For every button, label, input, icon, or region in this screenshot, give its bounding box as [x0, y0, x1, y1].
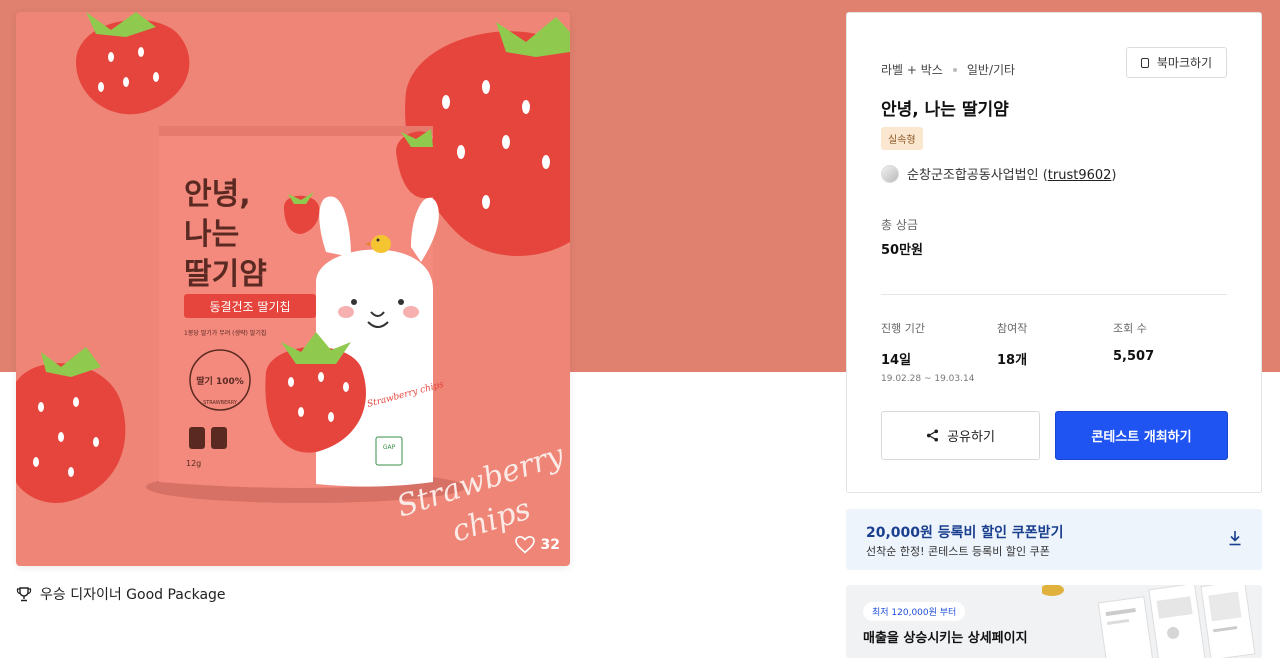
bookmark-icon — [1140, 57, 1149, 68]
trophy-icon — [16, 587, 32, 602]
ad-price-pill: 최저 120,000원 부터 — [863, 602, 966, 621]
stat-label: 조회 수 — [1113, 322, 1147, 335]
award-text: 우승 디자이너 Good Package — [40, 587, 226, 603]
contest-title: 안녕, 나는 딸기얌 — [881, 100, 1009, 120]
breadcrumb-subcategory[interactable]: 일반/기타 — [967, 61, 1015, 78]
package-title-line1: 안녕, — [184, 177, 251, 212]
stat-views: 조회 수 5,507 — [1113, 320, 1154, 364]
package-illustration: 안녕, 나는 딸기얌 동결건조 딸기칩 1봉당 딸기가 무려 (생략) 딸기칩 … — [16, 12, 570, 550]
coupon-title: 20,000원 등록비 할인 쿠폰받기 — [866, 525, 1064, 541]
stat-value: 5,507 — [1113, 349, 1155, 364]
ad-banner[interactable]: 최저 120,000원 부터 매출을 상승시키는 상세페이지 — [846, 585, 1262, 658]
bookmark-label: 북마크하기 — [1156, 56, 1213, 70]
stat-value: 18개 — [997, 353, 1028, 368]
ad-artwork — [1042, 585, 1256, 658]
host-avatar — [881, 164, 899, 183]
package-subtitle: 동결건조 딸기칩 — [209, 300, 290, 314]
bg-strawberry-top-left-icon — [76, 12, 190, 115]
prize-value: 50만원 — [881, 243, 924, 258]
ad-title: 매출을 상승시키는 상세페이지 — [863, 631, 1028, 646]
breadcrumb: 라벨 + 박스 일반/기타 — [881, 61, 1015, 78]
package-seal-text: 딸기 100% — [196, 375, 244, 387]
host-row: 순창군조합공동사업법인 (trust9602) — [881, 164, 1116, 183]
host-name: 순창군조합공동사업법인 ( — [907, 168, 1048, 183]
stat-label: 진행 기간 — [881, 322, 925, 335]
prize-label: 총 상금 — [881, 218, 918, 232]
coupon-banner[interactable]: 20,000원 등록비 할인 쿠폰받기 선착순 한정! 콘테스트 등록비 할인 … — [846, 509, 1262, 570]
stat-date-range: 19.02.28 ~ 19.03.14 — [881, 374, 975, 384]
contest-info-card: 라벨 + 박스 일반/기타 북마크하기 안녕, 나는 딸기얌 실속형 순창군조합… — [846, 12, 1262, 493]
share-button[interactable]: 공유하기 — [881, 411, 1040, 460]
package-title-line2: 나는 — [184, 217, 239, 252]
breadcrumb-category[interactable]: 라벨 + 박스 — [881, 61, 943, 78]
bg-strawberry-bottom-left-icon — [16, 347, 126, 503]
breadcrumb-separator — [952, 67, 957, 72]
coupon-subtitle: 선착순 한정! 콘테스트 등록비 할인 쿠폰 — [866, 545, 1050, 558]
package-description: 1봉당 딸기가 무려 (생략) 딸기칩 — [184, 329, 266, 337]
heart-icon — [514, 536, 535, 554]
stat-entries: 참여작 18개 — [997, 320, 1027, 368]
stat-period: 진행 기간 14일 19.02.28 ~ 19.03.14 — [881, 320, 974, 384]
divider — [881, 294, 1227, 295]
like-count: 32 — [540, 537, 560, 553]
award-row: 우승 디자이너 Good Package — [16, 584, 226, 604]
bookmark-button[interactable]: 북마크하기 — [1126, 47, 1227, 78]
stat-value: 14일 — [881, 353, 912, 368]
product-image[interactable]: 안녕, 나는 딸기얌 동결건조 딸기칩 1봉당 딸기가 무려 (생략) 딸기칩 … — [16, 12, 570, 566]
stat-label: 참여작 — [997, 322, 1028, 335]
share-label: 공유하기 — [947, 430, 995, 445]
package-title-line3: 딸기얌 — [184, 257, 267, 292]
share-icon — [927, 429, 939, 442]
host-id-link[interactable]: trust9602 — [1048, 168, 1112, 183]
open-contest-button[interactable]: 콘테스트 개최하기 — [1055, 411, 1228, 460]
package-seal-ring: STRAWBERRY — [203, 400, 238, 406]
package-gap-label: GAP — [383, 444, 396, 451]
like-badge[interactable]: 32 — [514, 536, 560, 554]
download-icon[interactable] — [1228, 530, 1242, 546]
ad-decor-pill-icon — [1042, 585, 1064, 596]
package-weight: 12g — [186, 459, 201, 468]
type-badge: 실속형 — [881, 127, 923, 150]
host-close: ) — [1111, 168, 1117, 183]
